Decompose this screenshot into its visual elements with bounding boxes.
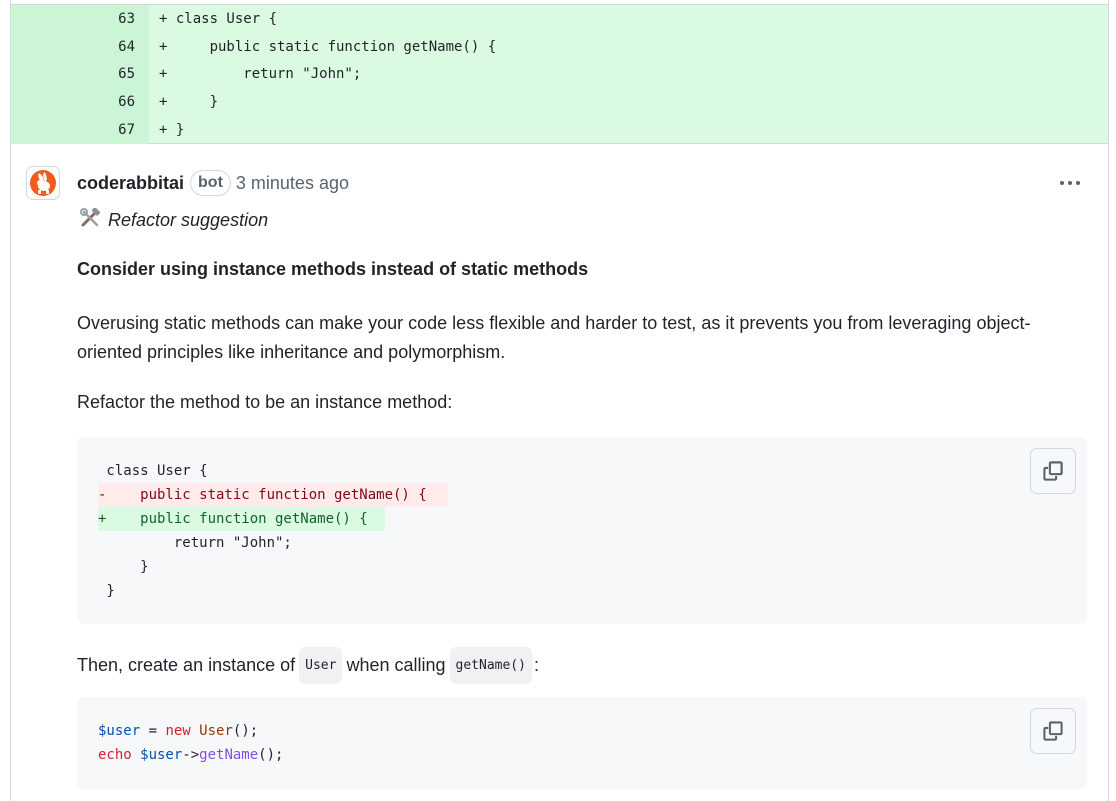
- diff-code: + return "John";: [159, 66, 362, 82]
- comment-paragraph: Refactor the method to be an instance me…: [77, 392, 453, 412]
- diff-code: + class User {: [159, 11, 278, 27]
- timestamp-link[interactable]: 3 minutes ago: [236, 173, 349, 194]
- token-keyword: new: [165, 723, 191, 739]
- code-line-deleted: - public static function getName() {: [98, 483, 448, 507]
- diff-code: + }: [159, 122, 185, 138]
- paragraph-text: when calling: [346, 655, 446, 675]
- line-number[interactable]: 63: [11, 5, 149, 33]
- avatar[interactable]: [26, 166, 60, 200]
- code-line: }: [98, 583, 115, 599]
- token-variable: $user: [98, 723, 141, 739]
- token-function: getName: [199, 747, 259, 763]
- comment-heading: Consider using instance methods instead …: [77, 259, 589, 279]
- kebab-horizontal-icon: [1060, 181, 1064, 185]
- dot: [1068, 181, 1072, 185]
- diff-hunk: 63 + class User { 64 + public static fun…: [11, 4, 1108, 144]
- code-example-block: $user = new User(); echo $user->getName(…: [77, 697, 1087, 789]
- inline-code: User: [299, 647, 343, 684]
- token-variable: $user: [131, 747, 183, 763]
- code-line: echo $user->getName();: [98, 743, 283, 767]
- token-keyword: echo: [98, 747, 132, 763]
- line-number[interactable]: 66: [11, 88, 149, 116]
- comment-header: coderabbitai bot 3 minutes ago: [77, 170, 349, 196]
- dot: [1076, 181, 1080, 185]
- code-line: class User {: [98, 463, 208, 479]
- line-number[interactable]: 64: [11, 33, 149, 61]
- code-line: }: [98, 559, 149, 575]
- paragraph-text: Then, create an instance of: [77, 655, 296, 675]
- diff-row: 65 + return "John";: [11, 60, 1108, 88]
- copy-icon: [1043, 461, 1063, 481]
- copy-button[interactable]: [1030, 448, 1076, 494]
- code-line: return "John";: [98, 535, 292, 551]
- diff-row: 63 + class User {: [11, 5, 1108, 33]
- rabbit-logo-icon: [30, 170, 56, 196]
- author-link[interactable]: coderabbitai: [77, 173, 184, 194]
- comment-paragraph: Overusing static methods can make your c…: [77, 313, 1031, 362]
- diff-row: 64 + public static function getName() {: [11, 33, 1108, 61]
- tag-label: Refactor suggestion: [108, 210, 269, 230]
- line-number[interactable]: 67: [11, 116, 149, 144]
- copy-button[interactable]: [1030, 708, 1076, 754]
- code-line: $user = new User();: [98, 719, 258, 743]
- copy-icon: [1043, 721, 1063, 741]
- bot-badge: bot: [190, 170, 231, 196]
- hammer-wrench-icon: [80, 207, 102, 233]
- paragraph-text: :: [533, 655, 539, 675]
- token-punctuation: ();: [232, 723, 259, 739]
- diff-code: + }: [159, 94, 219, 110]
- line-number[interactable]: 65: [11, 60, 149, 88]
- diff-row: 66 + }: [11, 88, 1108, 116]
- more-options-button[interactable]: [1055, 172, 1085, 194]
- token-punctuation: ();: [258, 747, 284, 763]
- diff-row: 67 + }: [11, 116, 1108, 144]
- inline-code: getName(): [449, 647, 532, 684]
- token-class: User: [190, 723, 233, 739]
- token-operator: =: [140, 723, 166, 739]
- suggestion-tag: Refactor suggestion: [80, 207, 269, 233]
- diff-code: + public static function getName() {: [159, 39, 497, 55]
- code-suggestion-block: class User { - public static function ge…: [77, 437, 1087, 624]
- comment-paragraph: Then, create an instance of User when ca…: [77, 647, 1077, 684]
- code-line-added: + public function getName() {: [98, 507, 385, 531]
- token-operator: ->: [182, 747, 200, 763]
